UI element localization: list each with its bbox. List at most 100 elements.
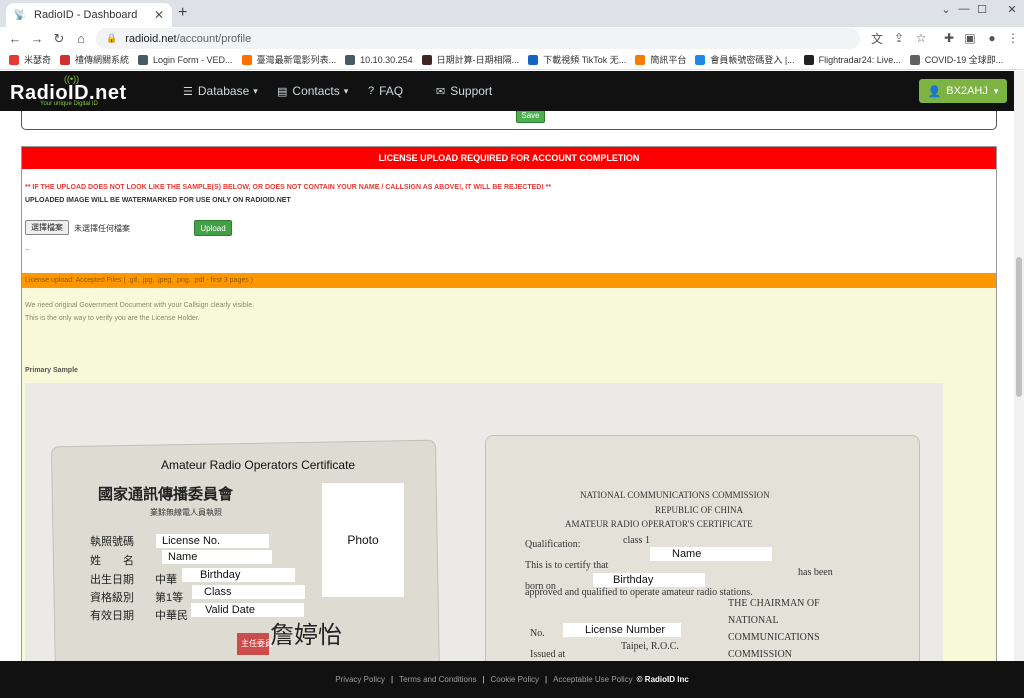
- eng-certify: This is to certify that: [525, 560, 609, 571]
- bookmark-item[interactable]: 簡訊平台: [635, 53, 686, 66]
- bookmark-item[interactable]: 日期計算-日期相隔...: [421, 53, 520, 66]
- tab-title: RadioID - Dashboard: [34, 9, 138, 21]
- nav-faq-label: FAQ: [379, 84, 404, 98]
- bookmark-item[interactable]: 下載視頻 TikTok 无...: [528, 53, 626, 66]
- eng-cert: AMATEUR RADIO OPERATOR'S CERTIFICATE: [565, 519, 753, 529]
- bookmark-item[interactable]: COVID-19 全球即...: [909, 53, 1004, 66]
- cookie-policy-link[interactable]: Cookie Policy: [491, 675, 539, 684]
- question-circle-icon: ?: [368, 85, 375, 97]
- info-section: We need original Government Document wit…: [22, 288, 996, 661]
- chevron-down-icon: ▾: [343, 85, 349, 96]
- bookmark-star-icon[interactable]: ☆: [912, 30, 930, 46]
- translate-icon[interactable]: 文: [868, 30, 886, 46]
- new-tab-icon[interactable]: +: [178, 4, 187, 22]
- bookmark-item[interactable]: Flightradar24: Live...: [803, 54, 901, 65]
- profile-avatar-icon[interactable]: ●: [983, 30, 1001, 46]
- bookmark-label: 臺灣最新電影列表...: [256, 55, 337, 65]
- eng-has-been: has been: [798, 567, 833, 578]
- forward-icon[interactable]: →: [26, 31, 48, 46]
- address-bar[interactable]: 🔒 radioid.net/account/profile: [96, 28, 860, 49]
- terms-link[interactable]: Terms and Conditions: [399, 675, 476, 684]
- nav-database-label: Database: [197, 84, 250, 98]
- site-navbar: ((•)) RadioID.net Your unique Digital ID…: [0, 71, 1024, 111]
- eng-commission: NATIONAL COMMUNICATIONS COMMISSION: [580, 490, 770, 500]
- redact-license-number: License Number: [563, 623, 681, 637]
- logo-tagline: Your unique Digital ID: [40, 101, 98, 107]
- user-menu-button[interactable]: 👤 BX2AHJ ▾: [919, 79, 1007, 103]
- eng-qualification: Qualification:: [525, 539, 581, 550]
- user-icon: 👤: [927, 85, 942, 98]
- bookmark-item[interactable]: 米瑟奇: [9, 53, 51, 66]
- bookmark-favicon-icon: [909, 54, 920, 65]
- bookmark-favicon-icon: [241, 54, 252, 65]
- url-path: /account/profile: [176, 32, 252, 45]
- license-upload-panel: LICENSE UPLOAD REQUIRED FOR ACCOUNT COMP…: [21, 146, 997, 661]
- nav-contacts[interactable]: ▤ Contacts ▾: [277, 84, 348, 98]
- bookmark-favicon-icon: [421, 54, 432, 65]
- bookmark-item[interactable]: 禮傳網關系統: [60, 53, 129, 66]
- bookmark-label: 簡訊平台: [650, 55, 687, 65]
- eng-national: NATIONAL: [728, 615, 779, 626]
- bookmark-label: Login Form - VED...: [153, 54, 233, 65]
- bookmark-favicon-icon: [138, 54, 149, 65]
- redact-name: Name: [162, 550, 272, 564]
- footer-separator: |: [545, 675, 548, 684]
- menu-kebab-icon[interactable]: ⋮: [1004, 30, 1022, 46]
- share-icon[interactable]: ⇪: [890, 30, 908, 46]
- database-icon: ☰: [183, 85, 193, 98]
- nav-support[interactable]: ✉ Support: [436, 84, 492, 98]
- scrollbar-thumb[interactable]: [1016, 257, 1022, 397]
- copyright: © RadioID Inc: [636, 675, 689, 684]
- reload-icon[interactable]: ↻: [48, 31, 70, 47]
- page-scrollbar[interactable]: [1014, 71, 1024, 661]
- zh-label-valid: 有效日期: [90, 610, 134, 622]
- footer-separator: |: [482, 675, 485, 684]
- upload-button[interactable]: Upload: [194, 220, 232, 236]
- eng-issued-at: Issued at: [530, 649, 566, 660]
- privacy-policy-link[interactable]: Privacy Policy: [335, 675, 385, 684]
- close-tab-icon[interactable]: ✕: [154, 8, 164, 22]
- extensions-icon[interactable]: ✚: [940, 30, 958, 46]
- acceptable-use-link[interactable]: Acceptable Use Policy: [553, 675, 633, 684]
- watermark-note: UPLOADED IMAGE WILL BE WATERMARKED FOR U…: [25, 197, 291, 204]
- bookmark-favicon-icon: [803, 54, 814, 65]
- bookmarks-bar: 米瑟奇 禮傳網關系統 Login Form - VED... 臺灣最新電影列表... 1…: [0, 50, 1024, 70]
- bookmark-item[interactable]: 會員帳號密碼登入 |...: [695, 53, 795, 66]
- redact-class: Class: [192, 585, 305, 599]
- panel-header: LICENSE UPLOAD REQUIRED FOR ACCOUNT COMP…: [22, 147, 996, 169]
- chevron-down-icon: ▾: [253, 85, 258, 96]
- site-footer: Privacy Policy | Terms and Conditions | …: [0, 661, 1024, 698]
- bookmark-label: 下載視頻 TikTok 无...: [543, 55, 627, 65]
- bookmark-label: 日期計算-日期相隔...: [436, 55, 520, 65]
- eng-roc: REPUBLIC OF CHINA: [655, 505, 744, 515]
- bookmark-item[interactable]: 臺灣最新電影列表...: [241, 53, 337, 66]
- bookmark-favicon-icon: [695, 54, 706, 65]
- zh-label-license-no: 執照號碼: [90, 536, 134, 548]
- close-window-icon[interactable]: ✕: [994, 0, 1024, 18]
- browser-tab[interactable]: 📡 RadioID - Dashboard ✕: [6, 3, 172, 27]
- bookmark-item[interactable]: 10.10.30.254: [345, 54, 413, 65]
- stamp-text: 主任委員: [241, 639, 273, 648]
- bookmark-label: COVID-19 全球即...: [924, 55, 1004, 65]
- signature-text: 詹婷怡: [270, 621, 342, 649]
- bookmark-favicon-icon: [345, 54, 356, 65]
- zh-label-name: 姓 名: [90, 555, 134, 567]
- radioid-logo[interactable]: ((•)) RadioID.net Your unique Digital ID: [10, 74, 132, 108]
- contacts-icon: ▤: [277, 85, 288, 98]
- save-button[interactable]: Save: [516, 111, 545, 123]
- bookmark-label: 10.10.30.254: [360, 54, 413, 65]
- back-icon[interactable]: ←: [4, 31, 26, 46]
- nav-contacts-label: Contacts: [292, 84, 340, 98]
- choose-file-button[interactable]: 選擇檔案: [25, 220, 69, 235]
- eng-approved: approved and qualified to operate amateu…: [525, 587, 753, 598]
- browser-tab-strip: 📡 RadioID - Dashboard ✕ + ⌄ — ☐ ✕: [0, 0, 1024, 27]
- side-panel-icon[interactable]: ▣: [961, 30, 979, 46]
- bookmark-favicon-icon: [60, 54, 71, 65]
- home-icon[interactable]: ⌂: [70, 31, 92, 46]
- antenna-favicon-icon: 📡: [13, 9, 27, 21]
- nav-database[interactable]: ☰ Database ▾: [183, 84, 258, 98]
- eng-taipei: Taipei, R.O.C.: [621, 641, 679, 652]
- zh-label-birthday: 出生日期: [90, 574, 134, 586]
- bookmark-item[interactable]: Login Form - VED...: [138, 54, 233, 65]
- nav-faq[interactable]: ? FAQ: [368, 84, 403, 98]
